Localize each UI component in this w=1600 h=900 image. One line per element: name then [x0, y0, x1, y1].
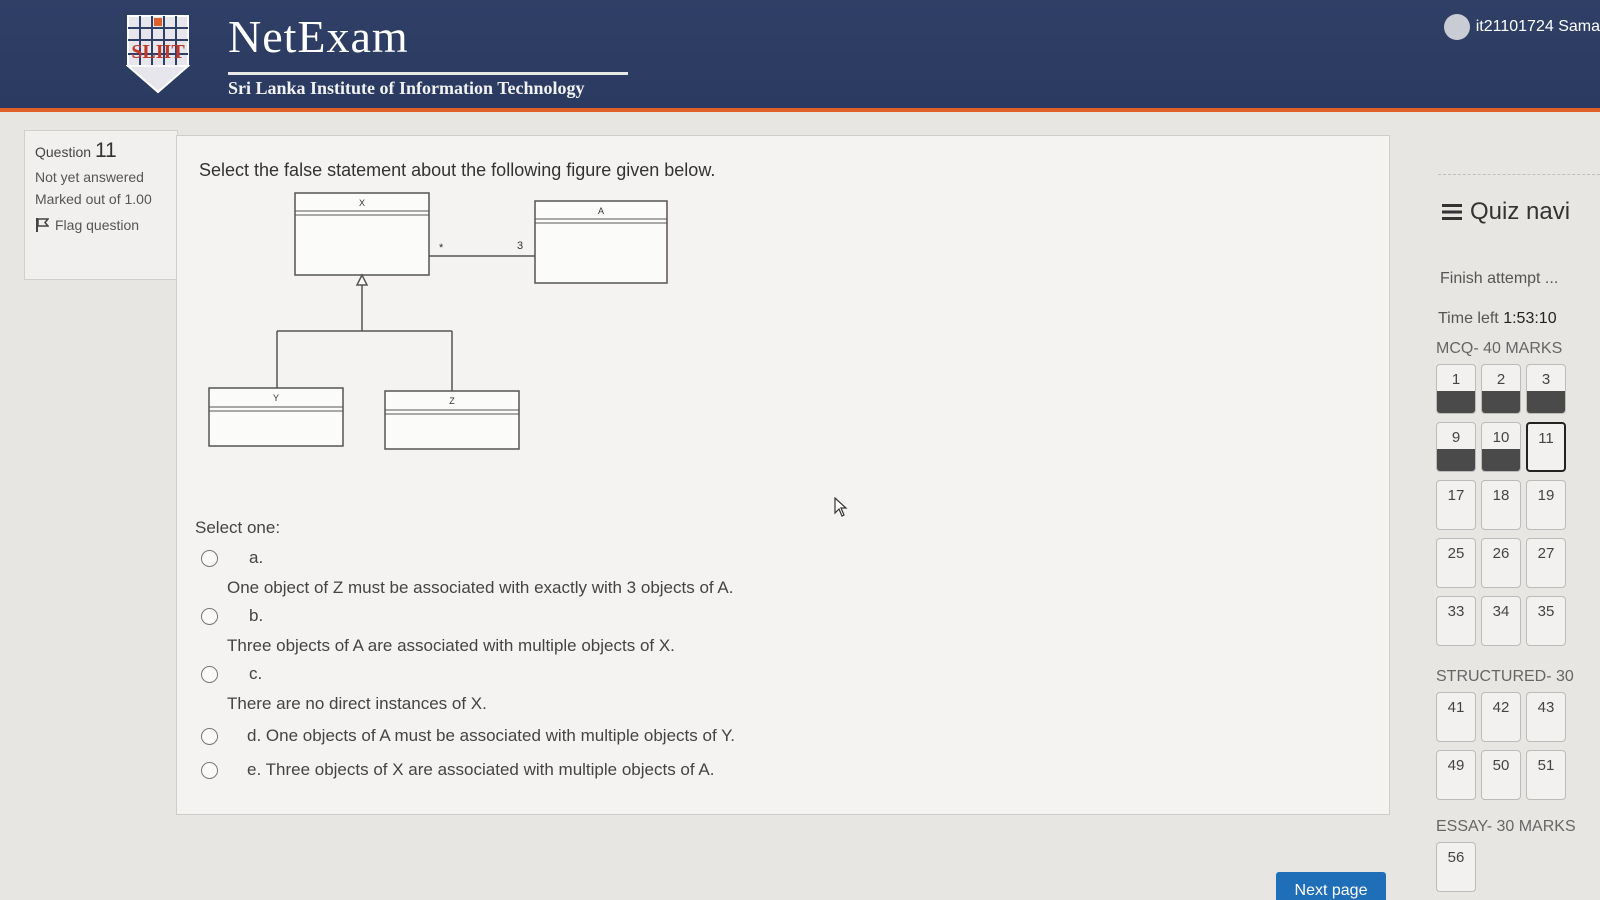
mouse-cursor-icon: [834, 497, 848, 517]
option-e-text[interactable]: e. Three objects of X are associated wit…: [247, 760, 714, 780]
brand-divider: [228, 72, 628, 75]
option-b-text[interactable]: Three objects of A are associated with m…: [227, 636, 675, 656]
option-c-radio[interactable]: [201, 666, 218, 683]
option-d-label[interactable]: One objects of A must be associated with…: [266, 726, 735, 745]
nav-section-label: ESSAY- 30 MARKS: [1436, 818, 1576, 835]
class-box-z: Z: [384, 390, 520, 450]
option-c-letter: c.: [249, 664, 263, 683]
nav-divider: [1438, 174, 1600, 175]
header-bar: SLIIT NetExam Sri Lanka Institute of Inf…: [0, 0, 1600, 112]
option-e-radio[interactable]: [201, 762, 218, 779]
user-name[interactable]: it21101724 Sama: [1476, 18, 1600, 36]
multiplicity-x: *: [439, 242, 444, 254]
flag-question-label[interactable]: Flag question: [55, 217, 139, 233]
class-box-x: X: [294, 192, 430, 276]
avatar[interactable]: [1443, 14, 1470, 40]
nav-question-button[interactable]: 18: [1481, 480, 1521, 530]
nav-question-button[interactable]: 19: [1526, 480, 1566, 530]
option-a-letter: a.: [249, 548, 264, 567]
nav-question-button[interactable]: 3: [1526, 364, 1566, 414]
nav-question-button[interactable]: 51: [1526, 750, 1566, 800]
brand-title: NetExam: [228, 11, 409, 62]
finish-attempt-link[interactable]: Finish attempt ...: [1440, 270, 1558, 288]
class-name-a: A: [598, 206, 604, 216]
question-label: Question: [35, 144, 92, 160]
nav-question-button[interactable]: 42: [1481, 692, 1521, 742]
option-c-text[interactable]: There are no direct instances of X.: [227, 694, 487, 714]
option-d-letter: d.: [247, 726, 262, 745]
uml-class-diagram: X A * 3 Y Z: [208, 192, 668, 450]
option-a-radio[interactable]: [201, 550, 218, 567]
nav-question-button[interactable]: 1: [1436, 364, 1476, 414]
brand-subtitle: Sri Lanka Institute of Information Techn…: [228, 78, 585, 98]
question-marks: Marked out of 1.00: [35, 191, 152, 207]
question-text: Select the false statement about the fol…: [199, 160, 716, 180]
nav-question-button[interactable]: 35: [1526, 596, 1566, 646]
svg-text:SLIIT: SLIIT: [131, 41, 185, 63]
nav-question-button[interactable]: 11: [1526, 422, 1566, 472]
class-name-y: Y: [273, 393, 279, 403]
quiz-nav-label: Quiz navi: [1470, 198, 1571, 225]
nav-question-button[interactable]: 17: [1436, 480, 1476, 530]
class-name-x: X: [359, 198, 365, 208]
flag-icon: [36, 218, 49, 232]
nav-question-button[interactable]: 49: [1436, 750, 1476, 800]
time-left-value: 1:53:10: [1503, 310, 1557, 327]
select-one-label: Select one:: [195, 518, 281, 537]
flag-question-button[interactable]: Flag question: [35, 217, 167, 233]
nav-question-button[interactable]: 34: [1481, 596, 1521, 646]
option-b-letter: b.: [249, 606, 264, 625]
option-e-letter: e.: [247, 760, 262, 779]
user-menu[interactable]: it21101724 Sama: [1443, 14, 1600, 40]
option-d-text[interactable]: d. One objects of A must be associated w…: [247, 726, 735, 746]
nav-question-button[interactable]: 26: [1481, 538, 1521, 588]
nav-question-button[interactable]: 41: [1436, 692, 1476, 742]
class-box-y: Y: [208, 387, 344, 447]
question-info: Question 11 Not yet answered Marked out …: [24, 130, 178, 280]
time-left: Time left 1:53:10: [1438, 310, 1557, 328]
nav-question-button[interactable]: 56: [1436, 842, 1476, 892]
quiz-navigation: Quiz navi Finish attempt ... Time left 1…: [1428, 170, 1600, 900]
time-left-label: Time left: [1438, 310, 1499, 327]
inheritance-arrow: [276, 273, 453, 391]
question-panel: Select the false statement about the fol…: [176, 135, 1390, 815]
class-box-a: A: [534, 200, 668, 284]
nav-question-button[interactable]: 10: [1481, 422, 1521, 472]
question-status: Not yet answered: [35, 169, 144, 185]
nav-question-button[interactable]: 9: [1436, 422, 1476, 472]
option-a-text[interactable]: One object of Z must be associated with …: [227, 578, 733, 598]
hamburger-icon: [1442, 204, 1462, 220]
nav-question-button[interactable]: 33: [1436, 596, 1476, 646]
option-b-radio[interactable]: [201, 608, 218, 625]
nav-question-button[interactable]: 43: [1526, 692, 1566, 742]
next-page-button[interactable]: Next page: [1276, 872, 1386, 900]
nav-question-button[interactable]: 50: [1481, 750, 1521, 800]
option-d-radio[interactable]: [201, 728, 218, 745]
question-number-value: 11: [94, 139, 117, 162]
nav-section-label: MCQ- 40 MARKS: [1436, 340, 1563, 357]
sliit-logo: SLIIT: [125, 14, 191, 94]
class-name-z: Z: [449, 396, 455, 406]
option-e-label[interactable]: Three objects of X are associated with m…: [266, 760, 715, 779]
question-number: Question 11: [35, 139, 167, 163]
quiz-nav-title: Quiz navi: [1442, 198, 1570, 226]
nav-question-button[interactable]: 2: [1481, 364, 1521, 414]
multiplicity-a: 3: [517, 240, 523, 252]
nav-section-label: STRUCTURED- 30: [1436, 668, 1574, 685]
nav-question-button[interactable]: 27: [1526, 538, 1566, 588]
nav-question-button[interactable]: 25: [1436, 538, 1476, 588]
